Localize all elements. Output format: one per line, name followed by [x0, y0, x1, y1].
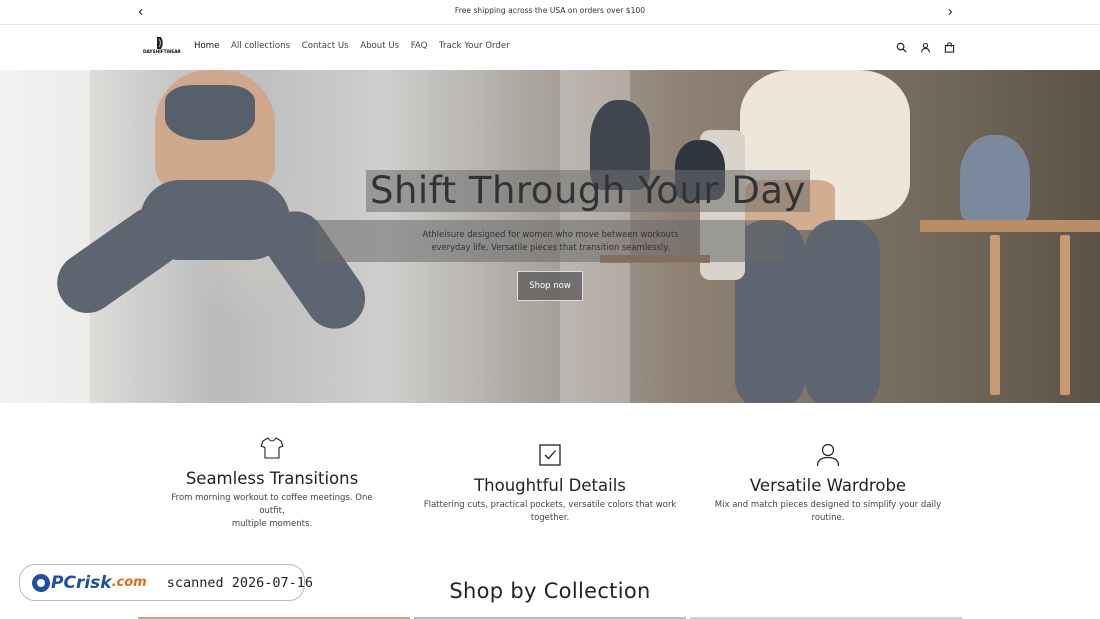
- pcrisk-watermark: PC risk .com scanned 2026-07-16: [19, 564, 313, 601]
- hero-window: [0, 70, 90, 403]
- feature-text: From morning workout to coffee meetings.…: [160, 492, 384, 531]
- hero-subtitle-line: Athleisure designed for women who move b…: [422, 229, 679, 239]
- hero-leggings: [805, 220, 880, 403]
- feature-seamless-transitions: Seamless Transitions From morning workou…: [160, 436, 384, 531]
- logo-text: DAYSHIFTWEAR: [143, 50, 181, 55]
- hero-cafe-person: [960, 135, 1030, 225]
- nav-track-order[interactable]: Track Your Order: [439, 41, 510, 51]
- collections-section: Shop by Collection PC risk .com scanned 20…: [0, 547, 1100, 619]
- nav-contact-us[interactable]: Contact Us: [302, 41, 349, 51]
- header-icons: [893, 40, 957, 54]
- feature-text-line: multiple moments.: [231, 519, 313, 529]
- announcement-bar: Free shipping across the USA on orders o…: [0, 0, 1100, 25]
- hero-subtitle-line: everyday life. Versatile pieces that tra…: [431, 242, 670, 252]
- feature-versatile-wardrobe: Versatile Wardrobe Mix and match pieces …: [700, 443, 956, 525]
- person-icon: [816, 443, 840, 467]
- chevron-right-icon[interactable]: [942, 4, 958, 20]
- shop-now-button[interactable]: Shop now: [517, 271, 583, 301]
- nav-faq[interactable]: FAQ: [411, 41, 428, 51]
- tshirt-icon: [260, 437, 284, 459]
- nav-about-us[interactable]: About Us: [360, 41, 399, 51]
- cart-icon[interactable]: [941, 40, 957, 54]
- hero-cafe-chair: [990, 235, 1000, 395]
- hero-cafe-table: [920, 220, 1100, 232]
- feature-text: Flattering cuts, practical pockets, vers…: [423, 500, 677, 523]
- pcrisk-brand: PC: [51, 572, 76, 593]
- pcrisk-logo: PC risk .com: [32, 573, 147, 593]
- account-icon[interactable]: [917, 40, 933, 54]
- pcrisk-tld: .com: [111, 575, 147, 590]
- hero-banner: Shift Through Your Day Athleisure design…: [0, 70, 1100, 403]
- announcement-message: Free shipping across the USA on orders o…: [454, 6, 646, 15]
- search-icon[interactable]: [893, 40, 909, 54]
- hero-cafe-chair: [1060, 235, 1070, 395]
- feature-text: Mix and match pieces designed to simplif…: [714, 500, 942, 523]
- magnifier-icon: [32, 573, 50, 592]
- nav-home[interactable]: Home: [194, 41, 219, 51]
- logo[interactable]: DAYSHIFTWEAR: [143, 36, 181, 58]
- feature-title: Thoughtful Details: [474, 476, 626, 495]
- features-section: Seamless Transitions From morning workou…: [0, 403, 1100, 547]
- nav-all-collections[interactable]: All collections: [231, 41, 290, 51]
- logo-mark-icon: [157, 37, 163, 49]
- feature-text-line: From morning workout to coffee meetings.…: [171, 493, 373, 516]
- feature-title: Seamless Transitions: [185, 469, 359, 488]
- site-header: DAYSHIFTWEAR Home All collections Contac…: [0, 25, 1100, 70]
- feature-title: Versatile Wardrobe: [749, 476, 907, 495]
- feature-thoughtful-details: Thoughtful Details Flattering cuts, prac…: [410, 443, 690, 525]
- checkbox-icon: [539, 444, 561, 466]
- main-nav: Home All collections Contact Us About Us…: [194, 41, 521, 51]
- hero-subtitle: Athleisure designed for women who move b…: [316, 220, 785, 262]
- hero-title: Shift Through Your Day: [366, 170, 810, 212]
- pcrisk-brand-rest: risk: [75, 572, 112, 593]
- hero-sports-bra: [165, 85, 255, 140]
- scanned-date: scanned 2026-07-16: [166, 574, 314, 591]
